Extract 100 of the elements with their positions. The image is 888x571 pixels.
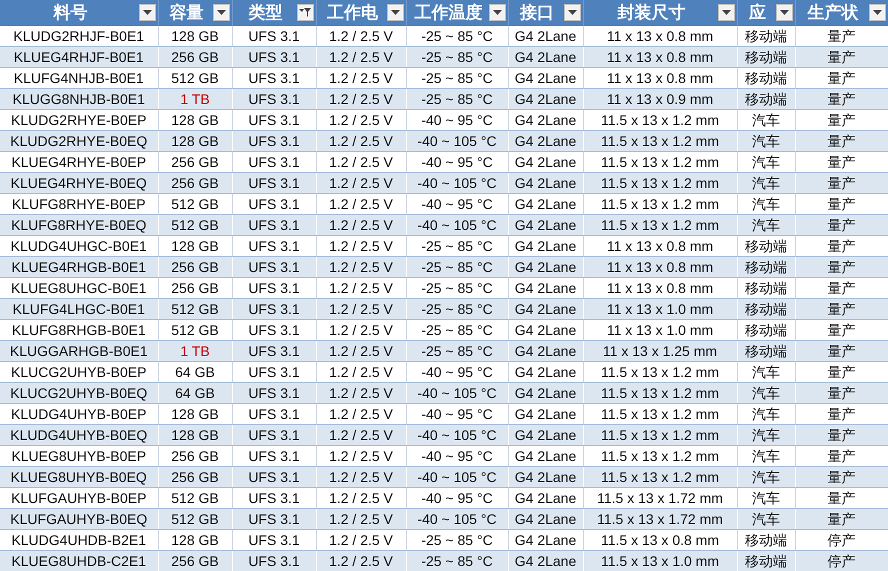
filter-dropdown-button[interactable] — [718, 4, 734, 22]
table-cell: 移动端 — [737, 88, 795, 110]
table-cell: G4 2Lane — [508, 298, 583, 320]
table-cell: UFS 3.1 — [232, 46, 316, 68]
table-cell: G4 2Lane — [508, 256, 583, 278]
table-cell: -40 ~ 105 °C — [406, 130, 508, 152]
table-cell: 量产 — [795, 88, 888, 110]
filter-dropdown-button[interactable] — [868, 4, 886, 22]
table-cell: 1 TB — [158, 88, 232, 110]
table-cell: 停产 — [795, 550, 888, 571]
caret-icon — [390, 10, 400, 16]
column-header: 料号 — [52, 2, 88, 24]
filter-dropdown-button[interactable] — [776, 4, 792, 22]
column-header: 工作电 — [326, 2, 379, 24]
table-cell: 汽车 — [737, 172, 795, 194]
table-cell: -40 ~ 105 °C — [406, 214, 508, 236]
table-cell: -40 ~ 105 °C — [406, 172, 508, 194]
table-cell: 量产 — [795, 424, 888, 446]
table-cell: G4 2Lane — [508, 130, 583, 152]
table-cell: 256 GB — [158, 256, 232, 278]
table-cell: UFS 3.1 — [232, 508, 316, 530]
table-cell: -25 ~ 85 °C — [406, 88, 508, 110]
table-cell: 量产 — [795, 298, 888, 320]
table-cell: 256 GB — [158, 466, 232, 488]
caret-icon — [216, 10, 226, 16]
table-cell: G4 2Lane — [508, 172, 583, 194]
caret-icon — [722, 10, 730, 16]
table-cell: 移动端 — [737, 298, 795, 320]
table-cell: UFS 3.1 — [232, 214, 316, 236]
table-cell: -25 ~ 85 °C — [406, 550, 508, 571]
table-cell: KLUEG4RHGB-B0E1 — [0, 256, 158, 278]
table-cell: -40 ~ 105 °C — [406, 424, 508, 446]
table-cell: -25 ~ 85 °C — [406, 298, 508, 320]
table-cell: G4 2Lane — [508, 508, 583, 530]
caret-icon — [492, 10, 502, 16]
filter-dropdown-button[interactable] — [138, 4, 156, 22]
table-cell: 量产 — [795, 214, 888, 236]
table-cell: 512 GB — [158, 298, 232, 320]
table-cell: UFS 3.1 — [232, 298, 316, 320]
table-cell: 1.2 / 2.5 V — [316, 214, 406, 236]
filter-dropdown-button[interactable] — [488, 4, 506, 22]
table-cell: 量产 — [795, 508, 888, 530]
table-cell: UFS 3.1 — [232, 88, 316, 110]
table-cell: KLUEG8UHDB-C2E1 — [0, 550, 158, 571]
table-cell: 1.2 / 2.5 V — [316, 340, 406, 362]
table-cell: 128 GB — [158, 130, 232, 152]
table-cell: UFS 3.1 — [232, 130, 316, 152]
table-cell: 1 TB — [158, 340, 232, 362]
table-cell: 512 GB — [158, 508, 232, 530]
column-header: 生产状 — [806, 2, 860, 24]
table-cell: 量产 — [795, 340, 888, 362]
table-cell: UFS 3.1 — [232, 340, 316, 362]
table-cell: 汽车 — [737, 424, 795, 446]
table-cell: 1.2 / 2.5 V — [316, 382, 406, 404]
table-cell: 移动端 — [737, 46, 795, 68]
table-cell: G4 2Lane — [508, 46, 583, 68]
table-cell: 1.2 / 2.5 V — [316, 550, 406, 571]
table-cell: 1.2 / 2.5 V — [316, 466, 406, 488]
table-cell: 128 GB — [158, 424, 232, 446]
filter-dropdown-button[interactable] — [564, 4, 580, 22]
table-cell: 11 x 13 x 0.9 mm — [583, 88, 737, 110]
table-cell: -40 ~ 105 °C — [406, 382, 508, 404]
table-cell: 移动端 — [737, 256, 795, 278]
table-cell: 汽车 — [737, 466, 795, 488]
table-cell: 量产 — [795, 256, 888, 278]
table-cell: 1.2 / 2.5 V — [316, 256, 406, 278]
table-cell: 1.2 / 2.5 V — [316, 88, 406, 110]
table-cell: KLUDG4UHYB-B0EQ — [0, 424, 158, 446]
table-cell: -40 ~ 105 °C — [406, 508, 508, 530]
column-header: 封装尺寸 — [616, 2, 686, 24]
table-cell: 256 GB — [158, 172, 232, 194]
column-header: 应 — [748, 2, 767, 24]
table-cell: G4 2Lane — [508, 88, 583, 110]
table-cell: 量产 — [795, 46, 888, 68]
table-cell: 11 x 13 x 0.8 mm — [583, 256, 737, 278]
table-cell: 1.2 / 2.5 V — [316, 172, 406, 194]
table-cell: G4 2Lane — [508, 214, 583, 236]
filter-dropdown-button[interactable] — [296, 4, 314, 22]
table-cell: UFS 3.1 — [232, 172, 316, 194]
table-cell: G4 2Lane — [508, 466, 583, 488]
table-cell: G4 2Lane — [508, 382, 583, 404]
table-cell: 11.5 x 13 x 1.72 mm — [583, 508, 737, 530]
filter-dropdown-button[interactable] — [386, 4, 404, 22]
table-cell: 1.2 / 2.5 V — [316, 130, 406, 152]
table-cell: 汽车 — [737, 508, 795, 530]
caret-icon — [568, 10, 576, 16]
table-cell: UFS 3.1 — [232, 382, 316, 404]
column-header: 容量 — [168, 2, 204, 24]
table-cell: UFS 3.1 — [232, 424, 316, 446]
table-cell: 11.5 x 13 x 1.2 mm — [583, 424, 737, 446]
filter-icon — [298, 7, 312, 18]
table-cell: G4 2Lane — [508, 340, 583, 362]
table-cell: 1.2 / 2.5 V — [316, 46, 406, 68]
table-cell: 64 GB — [158, 382, 232, 404]
filter-dropdown-button[interactable] — [212, 4, 230, 22]
table-cell: 量产 — [795, 382, 888, 404]
column-header: 接口 — [518, 2, 555, 24]
column-header: 工作温度 — [414, 2, 484, 24]
table-cell: UFS 3.1 — [232, 256, 316, 278]
table-cell: 11.5 x 13 x 1.0 mm — [583, 550, 737, 571]
